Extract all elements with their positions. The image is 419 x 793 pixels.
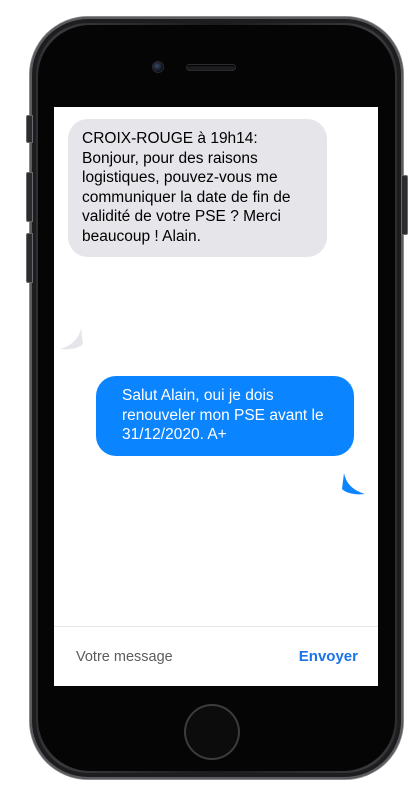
sent-bubble-tail (342, 473, 365, 495)
compose-bar: Envoyer (54, 626, 378, 686)
home-button-icon[interactable] (186, 706, 238, 758)
received-bubble-tail (60, 328, 83, 350)
message-input[interactable] (68, 646, 276, 668)
volume-down-button (26, 233, 33, 283)
messages-screen: CROIX-ROUGE à 19h14: Bonjour, pour des r… (54, 107, 378, 686)
sent-message-bubble: Salut Alain, oui je dois renouveler mon … (96, 376, 354, 456)
volume-up-button (26, 172, 33, 222)
send-button[interactable]: Envoyer (299, 648, 358, 665)
earpiece-speaker-icon (187, 65, 235, 70)
received-message-bubble: CROIX-ROUGE à 19h14: Bonjour, pour des r… (68, 119, 327, 257)
silence-switch (26, 115, 33, 143)
front-camera-icon (153, 62, 163, 72)
power-button (401, 175, 408, 235)
